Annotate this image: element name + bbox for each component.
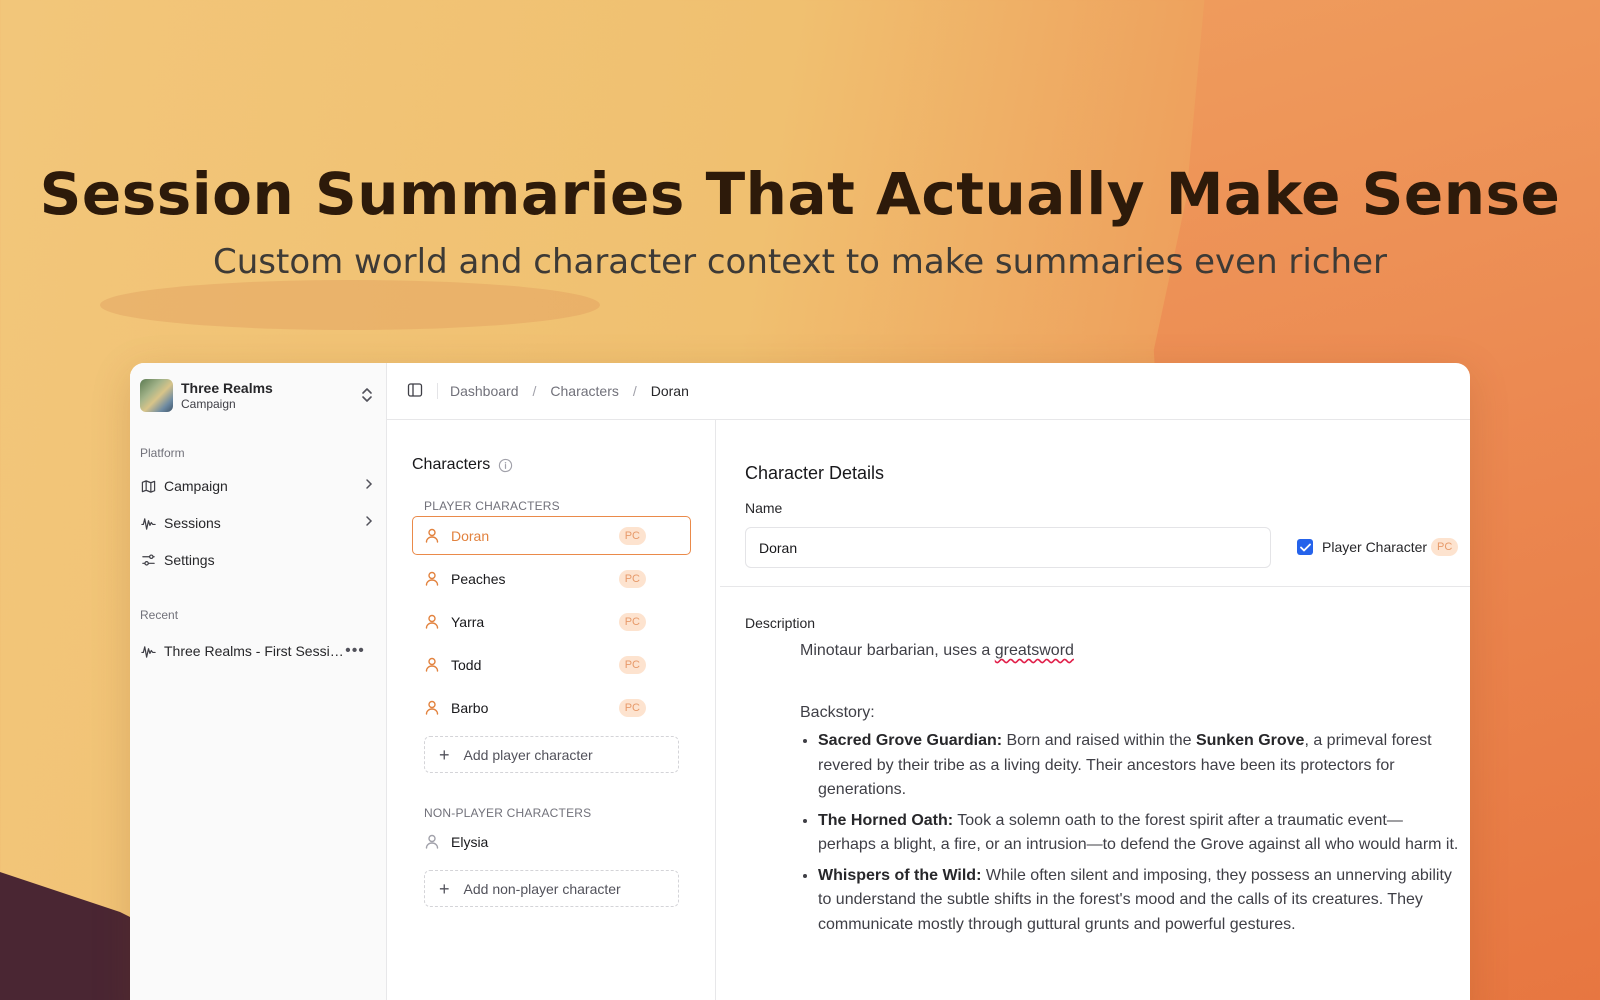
pc-badge: PC: [1431, 538, 1459, 556]
name-label: Name: [745, 500, 783, 516]
workspace-type: Campaign: [181, 396, 236, 411]
workspace-name: Three Realms: [181, 379, 273, 396]
description-label: Description: [745, 615, 816, 631]
user-icon: [425, 834, 441, 850]
sidebar: Three Realms Campaign Platform Campaign …: [130, 363, 387, 1000]
pc-badge: PC: [618, 612, 646, 631]
divider: [437, 383, 438, 399]
pc-badge: PC: [618, 698, 646, 717]
list-item: Sacred Grove Guardian: Born and raised w…: [818, 729, 1460, 803]
name-input[interactable]: [745, 527, 1271, 568]
pc-badge: PC: [618, 569, 646, 588]
sidebar-item-sessions[interactable]: Sessions: [140, 508, 377, 538]
add-player-character-button[interactable]: + Add player character: [424, 736, 679, 773]
character-name: Todd: [451, 656, 482, 673]
audio-wave-icon: [140, 515, 156, 531]
character-row-doran[interactable]: Doran PC: [412, 516, 691, 555]
breadcrumb-current: Doran: [650, 383, 689, 399]
add-npc-label: Add non-player character: [463, 880, 621, 897]
sidebar-item-settings[interactable]: Settings: [140, 545, 377, 575]
platform-group-label: Platform: [140, 446, 185, 460]
backstory-item-title: Sacred Grove Guardian:: [818, 732, 1003, 749]
character-row-elysia[interactable]: Elysia: [412, 822, 691, 861]
plus-icon: +: [439, 744, 450, 765]
background-cloud: [100, 280, 600, 330]
characters-title: Characters: [412, 456, 491, 473]
character-name: Barbo: [451, 699, 489, 716]
audio-wave-icon: [140, 643, 156, 659]
info-icon[interactable]: [498, 458, 513, 473]
character-list-pane: Characters PLAYER CHARACTERS Doran PC Pe…: [387, 420, 716, 1000]
spellcheck-word: greatsword: [994, 642, 1074, 659]
add-non-player-character-button[interactable]: + Add non-player character: [424, 870, 679, 907]
backstory-label: Backstory:: [800, 703, 875, 721]
character-row-barbo[interactable]: Barbo PC: [412, 688, 691, 727]
sliders-icon: [140, 552, 156, 568]
sidebar-item-label: Settings: [164, 552, 215, 568]
character-row-todd[interactable]: Todd PC: [412, 645, 691, 684]
user-icon: [425, 571, 441, 587]
chevron-right-icon: [361, 514, 377, 532]
character-row-peaches[interactable]: Peaches PC: [412, 559, 691, 598]
hero-subtitle: Custom world and character context to ma…: [212, 242, 1387, 282]
workspace-switcher[interactable]: Three Realms Campaign: [140, 377, 377, 413]
breadcrumb-separator: /: [532, 383, 537, 399]
user-icon: [425, 528, 441, 544]
recent-group-label: Recent: [140, 608, 179, 622]
description-intro: Minotaur barbarian, uses a greatsword: [800, 639, 1460, 664]
character-name: Yarra: [451, 613, 485, 630]
breadcrumb: Dashboard / Characters / Doran: [450, 383, 689, 399]
breadcrumb-separator: /: [632, 383, 637, 399]
player-character-label: Player Character: [1322, 539, 1428, 555]
app-window: Three Realms Campaign Platform Campaign …: [130, 363, 1470, 1000]
plus-icon: +: [439, 878, 450, 899]
sidebar-item-label: Campaign: [164, 478, 228, 494]
breadcrumb-dashboard[interactable]: Dashboard: [450, 383, 519, 399]
add-pc-label: Add player character: [463, 746, 593, 763]
pc-section-label: PLAYER CHARACTERS: [424, 499, 560, 513]
npc-section-label: NON-PLAYER CHARACTERS: [424, 806, 592, 820]
sidebar-item-campaign[interactable]: Campaign: [140, 471, 377, 501]
character-name: Elysia: [451, 833, 489, 850]
details-title: Character Details: [745, 463, 885, 483]
backstory-item-emph: Sunken Grove: [1195, 732, 1305, 749]
pc-badge: PC: [618, 655, 646, 674]
backstory-item-title: The Horned Oath:: [818, 811, 954, 829]
hero-title: Session Summaries That Actually Make Sen…: [39, 160, 1561, 228]
list-item: Whispers of the Wild: While often silent…: [818, 864, 1460, 938]
sidebar-toggle-icon[interactable]: [407, 382, 425, 400]
description-intro-text: Minotaur barbarian, uses a: [800, 642, 995, 659]
map-icon: [140, 478, 156, 494]
pc-badge: PC: [618, 526, 646, 545]
more-horizontal-icon[interactable]: •••: [344, 642, 366, 660]
campaign-logo: [140, 378, 173, 412]
sidebar-recent-session[interactable]: Three Realms - First Session •••: [140, 636, 377, 666]
recent-session-label: Three Realms - First Session: [164, 643, 344, 659]
chevrons-up-down-icon: [357, 387, 377, 404]
divider: [720, 586, 1470, 587]
top-bar: Dashboard / Characters / Doran: [387, 363, 1470, 420]
user-icon: [425, 657, 441, 673]
breadcrumb-characters[interactable]: Characters: [550, 383, 618, 399]
user-icon: [425, 614, 441, 630]
description-editor[interactable]: Minotaur barbarian, uses a greatsword Ba…: [800, 639, 1460, 943]
backstory-item-title: Whispers of the Wild:: [818, 866, 982, 884]
character-name: Doran: [451, 527, 490, 544]
character-details-pane: Character Details Name Player Character …: [716, 420, 1470, 1000]
chevron-right-icon: [361, 477, 377, 495]
player-character-toggle[interactable]: Player Character PC: [1297, 538, 1459, 556]
backstory-item-text: Born and raised within the: [1002, 732, 1196, 749]
list-item: The Horned Oath: Took a solemn oath to t…: [818, 809, 1460, 858]
user-icon: [425, 700, 441, 716]
backstory-list: Sacred Grove Guardian: Born and raised w…: [800, 729, 1460, 937]
sidebar-item-label: Sessions: [164, 515, 221, 531]
characters-heading: Characters: [412, 456, 513, 474]
player-character-checkbox[interactable]: [1297, 539, 1313, 555]
character-name: Peaches: [451, 570, 506, 587]
character-row-yarra[interactable]: Yarra PC: [412, 602, 691, 641]
